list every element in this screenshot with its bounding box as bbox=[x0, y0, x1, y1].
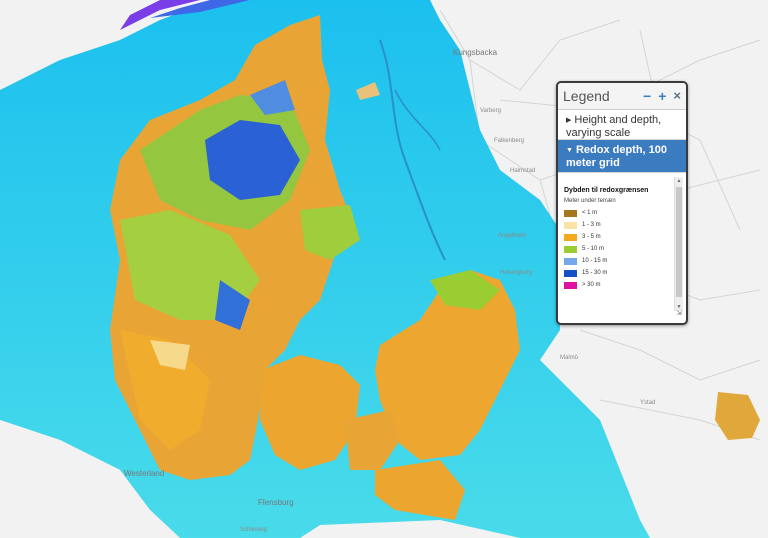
layer-label: Redox depth, 100 meter grid bbox=[566, 144, 668, 169]
resize-grip-icon[interactable]: ⇲ bbox=[676, 309, 682, 317]
legend-unit: Meter under terræn bbox=[564, 198, 616, 204]
layer-redox-depth[interactable]: ▼ Redox depth, 100 meter grid bbox=[558, 140, 686, 173]
legend-entry: 15 - 30 m bbox=[564, 267, 669, 279]
legend-swatch bbox=[564, 221, 577, 229]
legend-swatch bbox=[564, 281, 577, 289]
map-view[interactable]: Kungsbacka Varberg Falkenberg Halmstad Ä… bbox=[0, 0, 768, 538]
legend-swatch bbox=[564, 233, 577, 241]
legend-entry-label: > 30 m bbox=[582, 282, 601, 288]
legend-swatch bbox=[564, 209, 577, 217]
legend-entry: 1 - 3 m bbox=[564, 219, 669, 231]
place-label: Flensburg bbox=[258, 498, 294, 507]
place-label: Westerland bbox=[124, 469, 165, 478]
legend-minimize-button[interactable]: − bbox=[643, 89, 651, 103]
legend-swatch bbox=[564, 257, 577, 265]
legend-entry: < 1 m bbox=[564, 207, 669, 219]
legend-swatch bbox=[564, 269, 577, 277]
legend-entry-label: 3 - 5 m bbox=[582, 234, 601, 240]
layer-label: Height and depth, varying scale bbox=[566, 114, 662, 139]
legend-entry: > 30 m bbox=[564, 279, 669, 291]
legend-subtitle: Dybden til redoxgrænsen bbox=[564, 187, 649, 194]
legend-scrollbar[interactable]: ▲ ▼ bbox=[674, 177, 683, 311]
legend-entry-label: 5 - 10 m bbox=[582, 246, 605, 252]
legend-entry-label: < 1 m bbox=[582, 210, 598, 216]
legend-entry-label: 10 - 15 m bbox=[582, 258, 608, 264]
legend-swatch bbox=[564, 245, 577, 253]
place-label: Ängelholm bbox=[498, 233, 527, 239]
legend-entry-label: 1 - 3 m bbox=[582, 222, 601, 228]
legend-title: Legend bbox=[563, 88, 610, 104]
legend-close-button[interactable]: × bbox=[673, 89, 681, 103]
caret-down-icon: ▼ bbox=[566, 147, 573, 154]
place-label: Ystad bbox=[640, 400, 656, 406]
place-label: Malmö bbox=[560, 355, 579, 361]
place-label: Helsingborg bbox=[500, 270, 533, 276]
legend-entry: 5 - 10 m bbox=[564, 243, 669, 255]
place-label: Kungsbacka bbox=[453, 48, 498, 57]
legend-entry-label: 15 - 30 m bbox=[582, 270, 608, 276]
legend-header: Legend − + × bbox=[558, 83, 686, 110]
legend-expand-button[interactable]: + bbox=[658, 89, 666, 103]
layer-height-depth[interactable]: ▶ Height and depth, varying scale bbox=[558, 110, 686, 140]
place-label: Schleswig bbox=[240, 527, 268, 533]
legend-panel: Legend − + × ▶ Height and depth, varying … bbox=[556, 81, 688, 325]
place-label: Halmstad bbox=[510, 168, 536, 174]
place-label: Falkenberg bbox=[494, 138, 525, 144]
legend-entry: 3 - 5 m bbox=[564, 231, 669, 243]
legend-entries: < 1 m 1 - 3 m 3 - 5 m 5 - 10 m 10 - 15 m 15 -… bbox=[564, 207, 669, 291]
caret-right-icon: ▶ bbox=[566, 117, 572, 124]
scrollbar-thumb[interactable] bbox=[676, 187, 682, 297]
legend-entry: 10 - 15 m bbox=[564, 255, 669, 267]
scroll-up-icon[interactable]: ▲ bbox=[675, 177, 683, 185]
place-label: Varberg bbox=[480, 108, 501, 114]
legend-content: Dybden til redoxgrænsen Meter under terr… bbox=[558, 173, 686, 319]
